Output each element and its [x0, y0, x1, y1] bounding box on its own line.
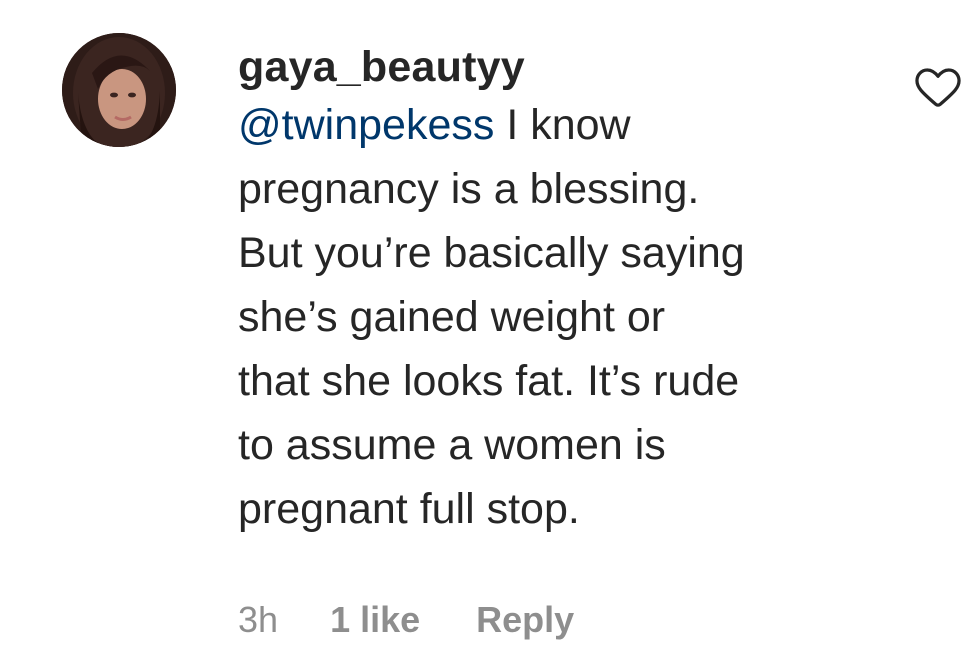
avatar-image: [62, 33, 176, 147]
comment-text: @twinpekess I know pregnancy is a blessi…: [238, 93, 878, 541]
comment-like-count[interactable]: 1 like: [330, 596, 420, 644]
comment-body: gaya_beautyy @twinpekess I know pregnanc…: [238, 38, 878, 541]
comment-line: pregnant full stop.: [238, 485, 580, 533]
comment-meta: 3h 1 like Reply: [238, 596, 574, 644]
comment-line: she’s gained weight or: [238, 293, 666, 341]
comment-text-start: I know: [494, 101, 631, 149]
comment-line: to assume a women is: [238, 421, 666, 469]
comment-line: @twinpekess I know: [238, 93, 878, 157]
avatar[interactable]: [62, 33, 176, 147]
comment-timestamp[interactable]: 3h: [238, 596, 278, 644]
comment-username[interactable]: gaya_beautyy: [238, 38, 878, 96]
comment-line: pregnancy is a blessing.: [238, 165, 700, 213]
mention-link[interactable]: @twinpekess: [238, 101, 494, 149]
comment-line: that she looks fat. It’s rude: [238, 357, 740, 405]
reply-button[interactable]: Reply: [476, 596, 574, 644]
comment-line: But you’re basically saying: [238, 229, 745, 277]
heart-icon[interactable]: [915, 65, 961, 109]
comment: gaya_beautyy @twinpekess I know pregnanc…: [0, 0, 980, 670]
